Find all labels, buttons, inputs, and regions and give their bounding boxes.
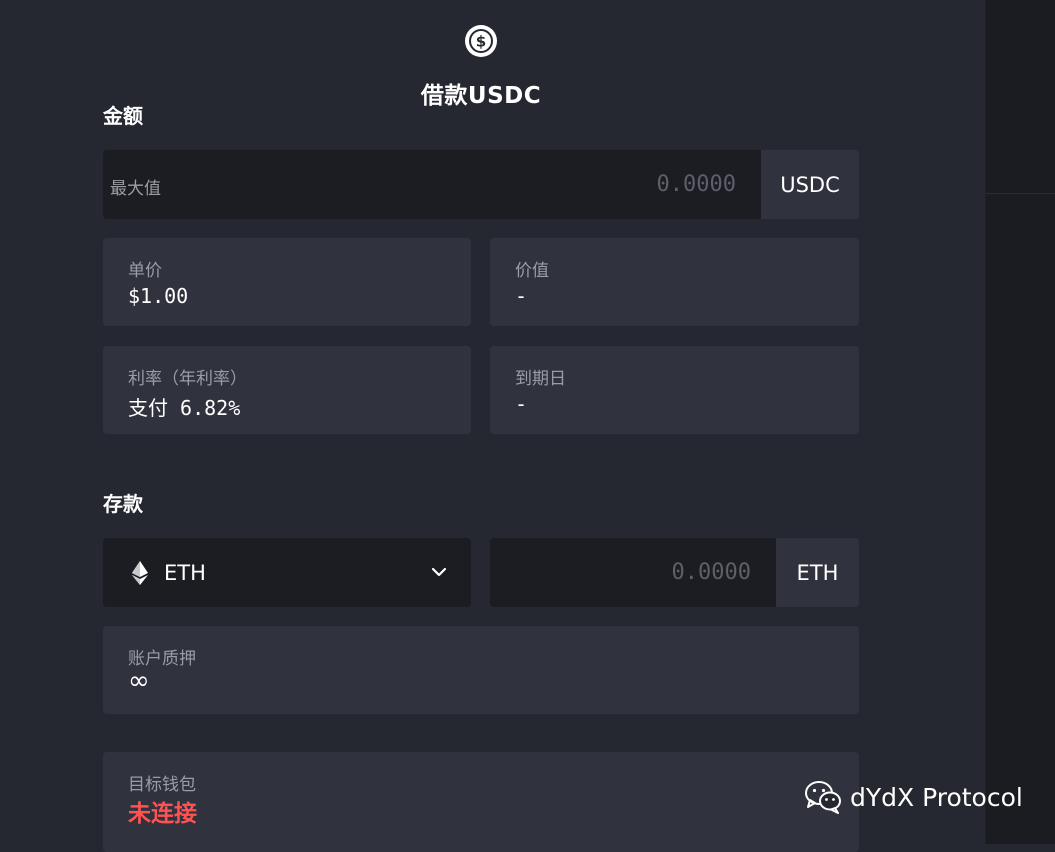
value-value: - — [515, 284, 528, 308]
right-side-panel — [985, 0, 1055, 844]
divider — [986, 193, 1055, 194]
svg-text:$: $ — [476, 33, 486, 51]
amount-value[interactable]: 0.0000 — [657, 172, 736, 197]
ethereum-icon — [132, 560, 148, 585]
amount-input[interactable]: 最大值 0.0000 — [103, 150, 761, 219]
page-title: 借款USDC — [420, 83, 542, 109]
collateral-card: 账户质押 ∞ — [103, 626, 859, 714]
max-button[interactable]: 最大值 — [110, 174, 161, 199]
wallet-card: 目标钱包 未连接 — [103, 752, 859, 852]
deposit-asset-select[interactable]: ETH — [103, 538, 471, 607]
price-card: 单价 $1.00 — [103, 238, 471, 326]
deposit-section-label: 存款 — [103, 492, 143, 516]
deposit-unit: ETH — [776, 538, 859, 607]
amount-section-label: 金额 — [103, 104, 143, 128]
watermark: dYdX Protocol — [805, 780, 1023, 814]
deposit-asset-value: ETH — [164, 560, 206, 585]
price-label: 单价 — [128, 261, 162, 281]
wallet-status: 未连接 — [128, 801, 197, 827]
price-value: $1.00 — [128, 284, 189, 308]
watermark-text: dYdX Protocol — [850, 782, 1023, 812]
value-label: 价值 — [515, 261, 549, 281]
deposit-amount-input[interactable]: 0.0000 — [490, 538, 776, 607]
wallet-label: 目标钱包 — [128, 775, 196, 795]
rate-card: 利率（年利率） 支付 6.82% — [103, 346, 471, 434]
chevron-down-icon[interactable] — [431, 564, 447, 580]
maturity-value: - — [515, 392, 528, 416]
maturity-card: 到期日 - — [490, 346, 859, 434]
value-card: 价值 - — [490, 238, 859, 326]
borrow-panel: $ 借款USDC 金额 最大值 0.0000 USDC 单价 $1.00 价值 … — [0, 0, 985, 852]
collateral-value: ∞ — [128, 666, 150, 696]
deposit-amount-value[interactable]: 0.0000 — [672, 560, 751, 585]
amount-unit: USDC — [761, 150, 859, 219]
wechat-icon — [805, 781, 841, 814]
rate-label: 利率（年利率） — [128, 369, 247, 389]
maturity-label: 到期日 — [515, 369, 566, 389]
usdc-coin-icon: $ — [465, 25, 497, 57]
rate-value: 支付 6.82% — [128, 396, 241, 420]
